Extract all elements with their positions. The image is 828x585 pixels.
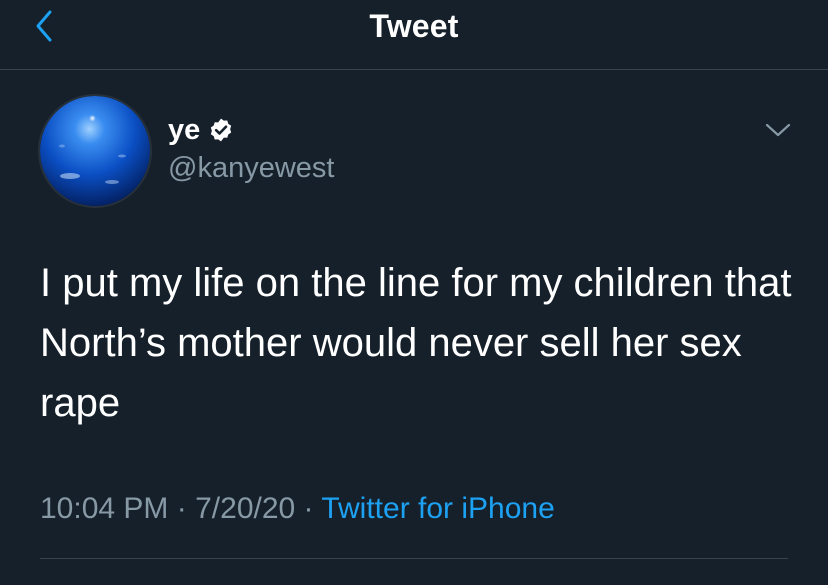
tweet-date: 7/20/20 xyxy=(195,492,296,525)
tweet-text: I put my life on the line for my childre… xyxy=(40,261,792,425)
tweet-source-link[interactable]: Twitter for iPhone xyxy=(321,492,554,525)
author-handle[interactable]: @kanyewest xyxy=(168,152,334,185)
tweet-time: 10:04 PM xyxy=(40,492,169,525)
meta-separator: · xyxy=(176,492,187,525)
chevron-down-icon xyxy=(765,123,791,137)
display-name: ye xyxy=(168,113,201,146)
tweet-metadata: 10:04 PM · 7/20/20 · Twitter for iPhone xyxy=(40,492,555,526)
meta-separator: · xyxy=(303,492,314,525)
verified-badge-icon xyxy=(208,117,234,143)
avatar-image xyxy=(40,96,150,206)
author-name-row[interactable]: ye xyxy=(168,112,234,148)
top-bar: Tweet xyxy=(0,0,828,70)
avatar[interactable] xyxy=(40,96,150,206)
page-title: Tweet xyxy=(369,8,459,44)
more-options-button[interactable] xyxy=(762,116,794,144)
divider xyxy=(40,558,788,559)
